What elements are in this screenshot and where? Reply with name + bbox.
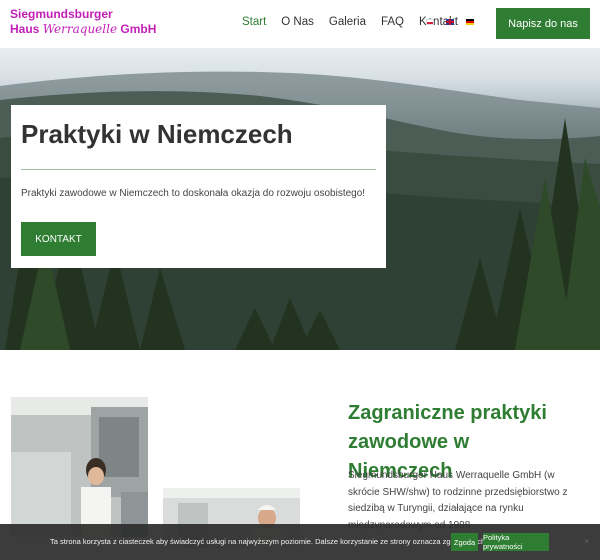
brand-word-gmbh: GmbH — [120, 22, 157, 36]
contact-button[interactable]: KONTAKT — [21, 222, 96, 256]
kitchen-photo-1 — [11, 397, 148, 537]
brand-word-werraquelle: Werraquelle — [42, 22, 118, 36]
hero-card: Praktyki w Niemczech Praktyki zawodowe w… — [11, 105, 386, 268]
hero-banner: Praktyki w Niemczech Praktyki zawodowe w… — [0, 48, 600, 350]
brand-line-2: Haus Werraquelle GmbH — [10, 22, 156, 37]
hero-title: Praktyki w Niemczech — [21, 119, 293, 149]
hero-text: Praktyki zawodowe w Niemczech to doskona… — [21, 188, 366, 199]
en-flag-icon[interactable] — [446, 19, 454, 25]
write-to-us-button[interactable]: Napisz do nas — [496, 8, 590, 39]
brand-line-1: Siegmundsburger — [10, 7, 113, 21]
close-icon[interactable]: × — [584, 536, 589, 546]
cookie-bar: Ta strona korzysta z ciasteczek aby świa… — [0, 524, 600, 560]
brand-word-haus: Haus — [10, 22, 40, 36]
nav-item-o-nas[interactable]: O Nas — [281, 16, 314, 28]
brand-logo[interactable]: Siegmundsburger Haus Werraquelle GmbH — [10, 7, 156, 37]
language-switcher — [426, 19, 474, 25]
hero-divider — [21, 169, 376, 170]
privacy-policy-button[interactable]: Polityka prywatności — [483, 533, 549, 551]
nav-item-faq[interactable]: FAQ — [381, 16, 404, 28]
de-flag-icon[interactable] — [466, 19, 474, 25]
pl-flag-icon[interactable] — [426, 19, 434, 25]
cookie-accept-button[interactable]: Zgoda — [451, 533, 478, 551]
site-header: Siegmundsburger Haus Werraquelle GmbH St… — [0, 0, 600, 48]
nav-item-start[interactable]: Start — [242, 16, 266, 28]
nav-item-galeria[interactable]: Galeria — [329, 16, 366, 28]
